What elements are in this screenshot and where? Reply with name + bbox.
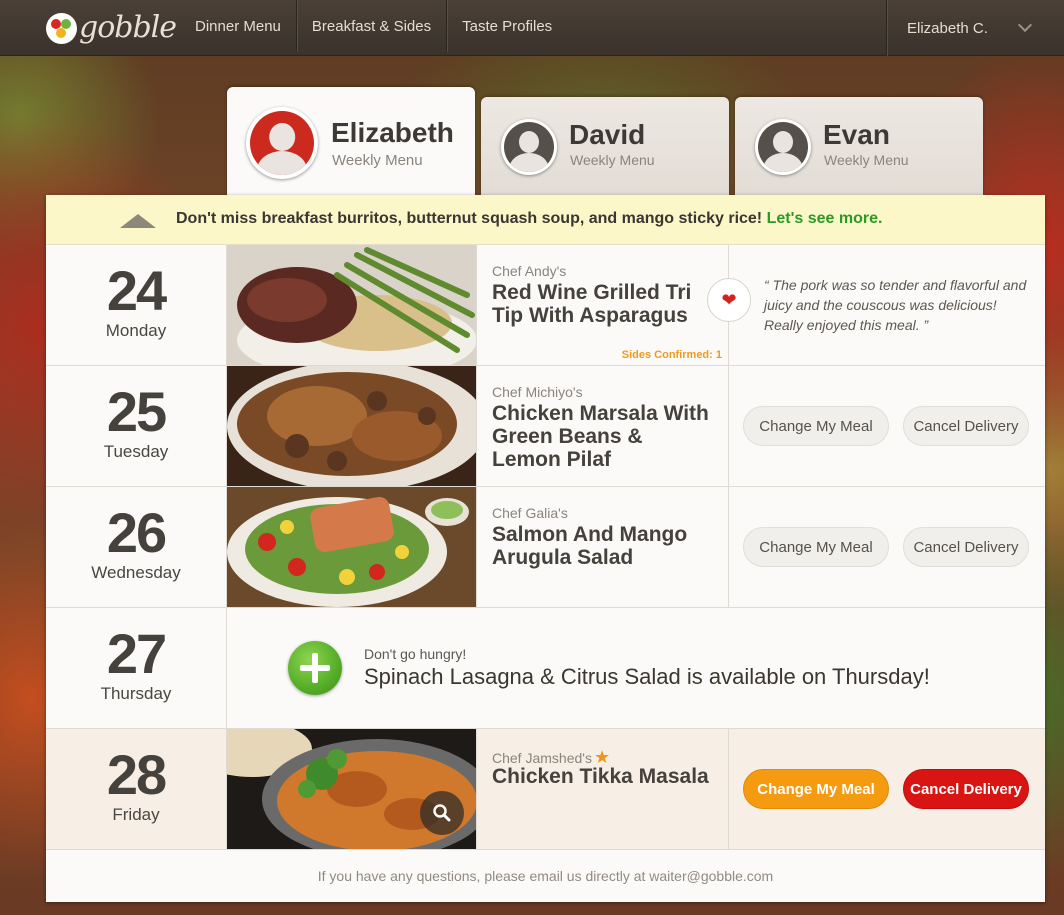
date-number: 25: [106, 380, 167, 443]
favorite-heart-button[interactable]: ❤: [707, 278, 751, 322]
date-number: 27: [106, 622, 167, 685]
weekday: Monday: [105, 321, 167, 340]
zoom-magnifier-button[interactable]: [420, 791, 464, 835]
cancel-delivery-button[interactable]: Cancel Delivery: [903, 769, 1029, 809]
avatar-icon: [501, 119, 557, 175]
chef-name: Chef Michiyo's: [492, 384, 583, 400]
date-cell: 26 Wednesday: [46, 487, 227, 607]
meal-title: Red Wine Grilled Tri Tip With Asparagus: [492, 281, 692, 327]
meal-photo[interactable]: [227, 487, 476, 607]
logo-dots-icon: [46, 12, 77, 44]
add-plus-icon[interactable]: [288, 641, 342, 695]
meal-photo[interactable]: [227, 729, 476, 849]
nav-link-taste-profiles[interactable]: Taste Profiles: [447, 0, 567, 52]
day-row-thursday: 27 Thursday Don't go hungry! Spinach Las…: [46, 608, 1045, 729]
weekday: Friday: [112, 805, 160, 824]
avatar-icon: [246, 107, 318, 179]
chevron-down-icon: [1017, 17, 1033, 33]
meal-title: Chicken Tikka Masala: [492, 765, 709, 788]
nav-link-dinner-menu[interactable]: Dinner Menu: [180, 0, 297, 52]
change-meal-button[interactable]: Change My Meal: [743, 406, 889, 446]
cancel-delivery-button[interactable]: Cancel Delivery: [903, 527, 1029, 567]
tab-name: David: [569, 119, 646, 150]
tab-elizabeth[interactable]: Elizabeth Weekly Menu: [227, 87, 475, 197]
nav-links: Dinner Menu Breakfast & Sides Taste Prof…: [180, 0, 567, 56]
weekday: Wednesday: [91, 563, 181, 582]
tab-subtitle: Weekly Menu: [570, 152, 655, 168]
cancel-delivery-button[interactable]: Cancel Delivery: [903, 406, 1029, 446]
tab-subtitle: Weekly Menu: [824, 152, 909, 168]
tab-subtitle: Weekly Menu: [332, 152, 423, 169]
weekday: Thursday: [100, 684, 172, 703]
date-number: 28: [106, 743, 167, 806]
heart-icon: ❤: [721, 289, 737, 311]
date-cell: 27 Thursday: [46, 608, 227, 728]
meal-title: Chicken Marsala With Green Beans & Lemon…: [492, 402, 709, 471]
chef-name: Chef Andy's: [492, 263, 567, 279]
day-row-tuesday: 25 Tuesday Chef Michiyo's Chicken Marsal…: [46, 366, 1045, 487]
tab-name: Elizabeth: [331, 117, 454, 148]
meal-info[interactable]: Chef Jamshed's ★ Chicken Tikka Masala: [476, 729, 729, 849]
user-name: Elizabeth C.: [907, 19, 988, 37]
avatar-icon: [755, 119, 811, 175]
user-menu[interactable]: Elizabeth C.: [886, 0, 1064, 56]
tab-evan[interactable]: Evan Weekly Menu: [735, 97, 983, 195]
gobble-logo[interactable]: gobble: [46, 8, 177, 48]
date-number: 26: [106, 501, 167, 564]
meal-photo[interactable]: [227, 245, 476, 365]
sides-confirmed: Sides Confirmed: 1: [621, 349, 722, 361]
add-meal-offer[interactable]: Spinach Lasagna & Citrus Salad is availa…: [364, 664, 930, 690]
day-row-monday: 24 Monday Chef Andy's Red Wine Grilled T…: [46, 245, 1045, 366]
weekly-menu-panel: Don't miss breakfast burritos, butternut…: [46, 195, 1045, 902]
weekday: Tuesday: [103, 442, 169, 461]
top-nav: gobble Dinner Menu Breakfast & Sides Tas…: [0, 0, 1064, 56]
change-meal-button[interactable]: Change My Meal: [743, 769, 889, 809]
meal-photo[interactable]: [227, 366, 476, 486]
date-cell: 28 Friday: [46, 729, 227, 849]
day-row-friday: 28 Friday Chef Jamshed's ★ Chicken Tikka…: [46, 729, 1045, 850]
meal-info[interactable]: Chef Michiyo's Chicken Marsala With Gree…: [476, 366, 729, 486]
change-meal-button[interactable]: Change My Meal: [743, 527, 889, 567]
date-number: 24: [106, 259, 167, 322]
chef-name: Chef Galia's: [492, 505, 568, 521]
promo-text: Don't miss breakfast burritos, butternut…: [176, 210, 883, 227]
meal-title: Salmon And Mango Arugula Salad: [492, 523, 688, 569]
meal-review: “ The pork was so tender and flavorful a…: [764, 277, 1027, 333]
star-icon: ★: [593, 747, 611, 767]
meal-info[interactable]: Chef Andy's Red Wine Grilled Tri Tip Wit…: [476, 245, 729, 365]
footer-contact: If you have any questions, please email …: [317, 868, 774, 884]
add-meal-cell[interactable]: Don't go hungry! Spinach Lasagna & Citru…: [227, 608, 1045, 728]
promo-banner: Don't miss breakfast burritos, butternut…: [46, 195, 1045, 245]
search-icon: [433, 804, 451, 822]
collapse-arrow-icon[interactable]: [120, 214, 156, 228]
promo-see-more-link[interactable]: Let's see more.: [767, 210, 883, 227]
date-cell: 25 Tuesday: [46, 366, 227, 486]
nav-link-breakfast-sides[interactable]: Breakfast & Sides: [297, 0, 448, 52]
day-row-wednesday: 26 Wednesday Chef Galia's Salmon And Man: [46, 487, 1045, 608]
date-cell: 24 Monday: [46, 245, 227, 365]
add-meal-prompt: Don't go hungry!: [364, 646, 467, 662]
tab-name: Evan: [823, 119, 890, 150]
logo-text: gobble: [79, 10, 177, 45]
tab-david[interactable]: David Weekly Menu: [481, 97, 729, 195]
meal-info[interactable]: Chef Galia's Salmon And Mango Arugula Sa…: [476, 487, 729, 607]
